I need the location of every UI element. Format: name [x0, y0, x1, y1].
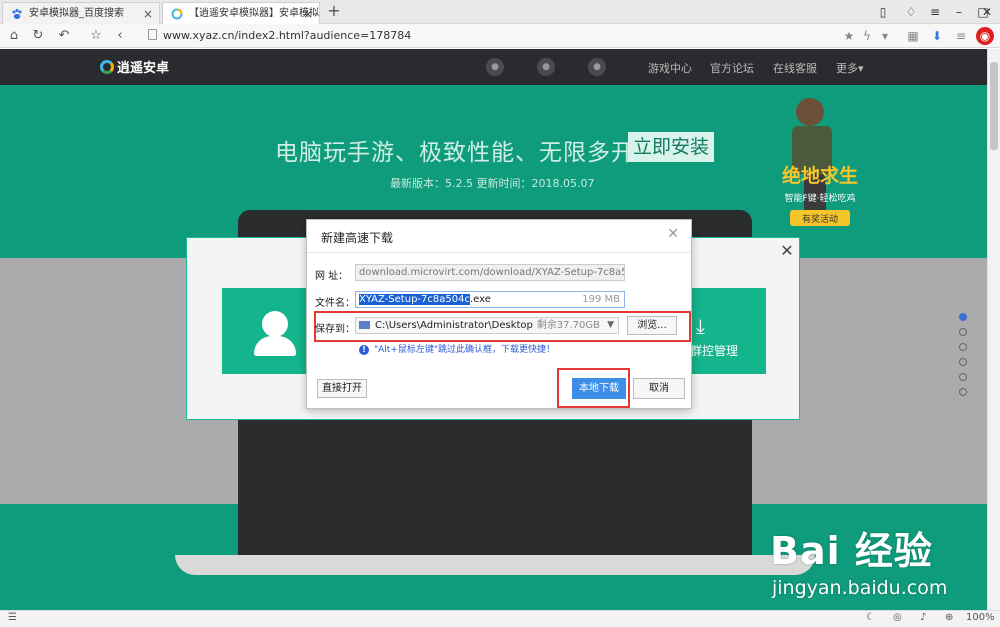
control-label: 群控管理: [690, 344, 739, 358]
refresh-icon[interactable]: ↻: [28, 26, 48, 46]
nav-game-center[interactable]: 游戏中心: [648, 60, 692, 76]
tip-text: "Alt+鼠标左键"跳过此确认框，下载更快捷！: [374, 345, 556, 355]
save-path: C:\Users\Administrator\Desktop: [375, 320, 533, 331]
scrollbar-thumb[interactable]: [990, 62, 998, 150]
popup-close-icon[interactable]: ✕: [778, 242, 796, 260]
bell-icon[interactable]: ●: [486, 58, 504, 76]
shirt-icon[interactable]: ♢: [898, 2, 924, 22]
dialog-title: 新建高速下载: [321, 231, 394, 245]
browser-tab-bar: 安卓模拟器_百度搜索 × 【逍遥安卓模拟器】安卓模拟器 × + ▯ ♢ ≡ – …: [0, 0, 1000, 24]
logo-icon: [100, 60, 114, 74]
hero-title: 电脑玩手游、极致性能、无限多开: [275, 140, 635, 166]
open-directly-button[interactable]: 直接打开: [317, 379, 367, 398]
xyaz-logo-icon: [171, 8, 183, 20]
download-dialog: 新建高速下载 ✕ 网 址： download.microvirt.com/dow…: [306, 219, 692, 409]
carousel-dot[interactable]: [959, 358, 967, 366]
carousel-dot[interactable]: [959, 373, 967, 381]
star-icon[interactable]: ☆: [86, 26, 106, 46]
alt-click-tip: ! "Alt+鼠标左键"跳过此确认框，下载更快捷！: [359, 342, 555, 355]
file-size: 199 MB: [582, 294, 620, 305]
baidu-watermark: Bai 经验 jingyan.baidu.com: [770, 520, 947, 599]
more-icon[interactable]: ≡: [952, 27, 970, 45]
close-icon[interactable]: ×: [303, 3, 313, 24]
speed-icon[interactable]: ◎: [893, 612, 902, 623]
lightning-icon[interactable]: ϟ: [858, 27, 876, 45]
menu-icon[interactable]: ≡: [922, 2, 948, 22]
chevron-down-icon: ▼: [607, 320, 614, 330]
cancel-button[interactable]: 取消: [633, 378, 685, 399]
site-nav: 逍遥安卓 ● ● ● 游戏中心 官方论坛 在线客服 更多▾: [0, 49, 1000, 85]
url-label: 网 址：: [315, 271, 349, 282]
install-button[interactable]: 立即安装: [628, 132, 714, 162]
promo-subline: 智能F键·轻松吃鸡: [784, 192, 855, 204]
dropdown-icon[interactable]: ▾: [876, 27, 894, 45]
tab-xyaz[interactable]: 【逍遥安卓模拟器】安卓模拟器 ×: [162, 2, 320, 24]
promo-headline: 绝地求生: [782, 164, 858, 187]
carousel-dot[interactable]: [959, 313, 967, 321]
carousel-dot[interactable]: [959, 328, 967, 336]
new-tab-button[interactable]: +: [324, 2, 344, 22]
pubg-promo[interactable]: 绝地求生 智能F键·轻松吃鸡 有奖活动: [760, 90, 880, 235]
local-download-button[interactable]: 本地下载: [572, 378, 626, 399]
watermark-sub: jingyan.baidu.com: [772, 577, 948, 599]
logo-text: 逍遥安卓: [117, 61, 170, 76]
status-bar: ☰ ☾ ◎ ♪ ⊕ 100%: [0, 610, 1000, 627]
eye-icon[interactable]: ●: [588, 58, 606, 76]
address-bar: ⌂ ↻ ↶ ☆ ‹ www.xyaz.cn/index2.html?audien…: [0, 24, 1000, 48]
user-icon: [262, 311, 288, 337]
save-to-label: 保存到：: [315, 324, 355, 335]
promo-cta: 有奖活动: [802, 213, 838, 225]
save-path-select[interactable]: C:\Users\Administrator\Desktop 剩余37.70GB ▼: [355, 317, 619, 334]
download-icon[interactable]: ⬇: [928, 27, 946, 45]
url-text: www.xyaz.cn/index2.html?audience=178784: [163, 29, 412, 42]
download-url-field[interactable]: download.microvirt.com/download/XYAZ-Set…: [355, 264, 625, 281]
zoom-icon[interactable]: ⊕: [945, 612, 953, 623]
filename-extension: .exe: [469, 294, 491, 305]
download-arrow-icon: ⤓: [696, 314, 705, 338]
mode-icon[interactable]: ▯: [870, 2, 896, 22]
filename-input[interactable]: XYAZ-Setup-7c8a504c.exe 199 MB: [355, 291, 625, 308]
avatar[interactable]: ◉: [976, 27, 994, 45]
baidu-paw-icon: [12, 9, 22, 19]
nav-support[interactable]: 在线客服: [773, 60, 817, 76]
carousel-dot[interactable]: [959, 388, 967, 396]
close-icon[interactable]: ✕: [667, 226, 679, 242]
dialog-divider: [307, 252, 691, 253]
url-field[interactable]: www.xyaz.cn/index2.html?audience=178784: [148, 29, 411, 42]
browse-button[interactable]: 浏览...: [627, 316, 677, 335]
favorite-star-icon[interactable]: ★: [840, 27, 858, 45]
close-window-icon[interactable]: ✕: [974, 2, 1000, 22]
filename-selected: XYAZ-Setup-7c8a504c: [359, 294, 470, 305]
filename-label: 文件名：: [315, 298, 355, 309]
tab-baidu-search[interactable]: 安卓模拟器_百度搜索 ×: [2, 2, 160, 24]
home-icon[interactable]: ⌂: [4, 26, 24, 46]
minimize-icon[interactable]: –: [946, 2, 972, 22]
close-icon[interactable]: ×: [143, 3, 153, 24]
volume-icon[interactable]: ♪: [920, 612, 926, 623]
page-icon: [148, 29, 157, 40]
sidebar-toggle-icon[interactable]: ☰: [8, 612, 17, 623]
tab-title: 【逍遥安卓模拟器】安卓模拟器: [189, 8, 320, 19]
laptop-base: [175, 555, 815, 575]
folder-icon: [359, 321, 370, 329]
chat-icon[interactable]: ●: [537, 58, 555, 76]
undo-icon[interactable]: ↶: [54, 26, 74, 46]
night-mode-icon[interactable]: ☾: [866, 612, 875, 623]
back-icon[interactable]: ‹: [110, 26, 130, 46]
carousel-dot[interactable]: [959, 343, 967, 351]
nav-forum[interactable]: 官方论坛: [710, 60, 754, 76]
watermark-main: Bai 经验: [770, 529, 933, 573]
info-icon: !: [359, 345, 369, 355]
version-info: 最新版本：5.2.5 更新时间：2018.05.07: [390, 177, 595, 190]
carousel-dots: [959, 313, 969, 403]
free-space: 剩余37.70GB: [536, 320, 600, 331]
site-logo[interactable]: 逍遥安卓: [100, 57, 169, 76]
qr-icon[interactable]: ▦: [904, 27, 922, 45]
zoom-level[interactable]: 100%: [966, 612, 995, 623]
nav-more[interactable]: 更多▾: [836, 60, 864, 76]
tab-title: 安卓模拟器_百度搜索: [29, 8, 124, 19]
